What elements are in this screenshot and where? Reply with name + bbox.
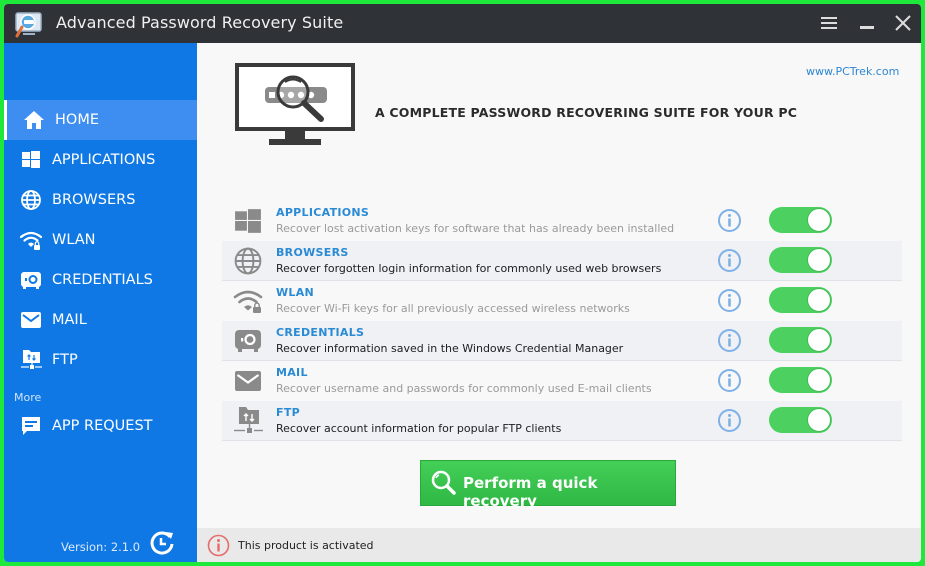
close-icon[interactable]: [892, 12, 914, 34]
feature-toggle[interactable]: [769, 247, 832, 273]
sidebar-item-browsers[interactable]: BROWSERS: [4, 180, 197, 220]
info-icon[interactable]: [717, 408, 742, 433]
home-icon: [24, 111, 44, 129]
version-label: Version: 2.1.0: [61, 540, 141, 554]
sidebar-item-label: WLAN: [52, 232, 96, 248]
info-icon[interactable]: [717, 248, 742, 273]
status-bar: This product is activated: [197, 528, 921, 562]
globe-icon: [233, 247, 263, 275]
info-icon[interactable]: [717, 288, 742, 313]
feature-name: WLAN: [276, 286, 315, 299]
toggle-knob: [807, 248, 831, 272]
more-section-label: More: [14, 391, 42, 404]
feature-toggle[interactable]: [769, 287, 832, 313]
toggle-knob: [807, 408, 831, 432]
sidebar-item-home[interactable]: HOME: [4, 100, 197, 140]
info-icon[interactable]: [717, 208, 742, 233]
window-title: Advanced Password Recovery Suite: [56, 13, 344, 32]
app-logo-icon: [15, 12, 42, 38]
feature-row-mail: MAIL Recover username and passwords for c…: [222, 361, 902, 401]
hamburger-icon[interactable]: [818, 12, 840, 34]
chat-icon: [22, 417, 40, 435]
feature-description: Recover username and passwords for commo…: [276, 382, 652, 395]
safe-icon: [21, 272, 41, 289]
sidebar-item-label: CREDENTIALS: [52, 272, 153, 288]
sidebar-item-wlan[interactable]: WLAN: [4, 220, 197, 260]
info-icon[interactable]: [717, 368, 742, 393]
sidebar-item-label: FTP: [52, 352, 78, 368]
toggle-knob: [807, 208, 831, 232]
toggle-knob: [807, 288, 831, 312]
update-clock-icon[interactable]: [148, 529, 176, 557]
feature-row-browsers: BROWSERS Recover forgotten login informat…: [222, 241, 902, 281]
title-bar: Advanced Password Recovery Suite: [4, 4, 921, 43]
feature-name: CREDENTIALS: [276, 326, 365, 339]
feature-toggle[interactable]: [769, 407, 832, 433]
sidebar-item-label: BROWSERS: [52, 192, 136, 208]
website-link[interactable]: www.PCTrek.com: [806, 65, 899, 78]
globe-icon: [21, 190, 41, 210]
windows-icon: [233, 208, 263, 234]
mail-icon: [233, 368, 263, 394]
wifi-lock-icon: [233, 288, 263, 314]
sidebar-item-label: APP REQUEST: [52, 418, 153, 434]
sidebar-item-mail[interactable]: MAIL: [4, 300, 197, 340]
minimize-icon[interactable]: [856, 12, 878, 34]
feature-name: BROWSERS: [276, 246, 349, 259]
search-icon: [431, 470, 456, 495]
toggle-knob: [807, 328, 831, 352]
hero-title: A COMPLETE PASSWORD RECOVERING SUITE FOR…: [375, 105, 798, 120]
sidebar-item-label: HOME: [55, 112, 99, 128]
sidebar-item-label: MAIL: [52, 312, 87, 328]
toggle-knob: [807, 368, 831, 392]
feature-name: APPLICATIONS: [276, 206, 370, 219]
feature-toggle[interactable]: [769, 207, 832, 233]
monitor-search-icon: [235, 63, 355, 145]
sidebar-item-applications[interactable]: APPLICATIONS: [4, 140, 197, 180]
feature-description: Recover forgotten login information for …: [276, 262, 662, 275]
app-window: Advanced Password Recovery Suite HOME AP…: [4, 4, 921, 562]
info-icon[interactable]: [717, 328, 742, 353]
sidebar: HOME APPLICATIONS BROWSERS WLAN CREDENTI…: [4, 43, 197, 562]
quick-recovery-button[interactable]: Perform a quick recovery: [420, 460, 676, 510]
sidebar-item-app-request[interactable]: APP REQUEST: [4, 406, 197, 446]
feature-description: Recover account information for popular …: [276, 422, 562, 435]
safe-icon: [233, 328, 263, 354]
mail-icon: [21, 312, 41, 328]
ftp-folder-icon: [233, 407, 263, 434]
wifi-lock-icon: [19, 231, 43, 250]
feature-toggle[interactable]: [769, 367, 832, 393]
windows-icon: [22, 151, 40, 168]
info-warning-icon: [207, 534, 230, 557]
feature-toggle[interactable]: [769, 327, 832, 353]
sidebar-item-label: APPLICATIONS: [52, 152, 156, 168]
activation-status-text: This product is activated: [238, 539, 374, 552]
sidebar-item-credentials[interactable]: CREDENTIALS: [4, 260, 197, 300]
feature-row-credentials: CREDENTIALS Recover information saved in …: [222, 321, 902, 361]
feature-description: Recover lost activation keys for softwar…: [276, 222, 675, 235]
feature-description: Recover Wi-Fi keys for all previously ac…: [276, 302, 630, 315]
main-panel: www.PCTrek.com A COMPLETE PASSWORD RECOV…: [197, 43, 921, 562]
quick-recovery-label: Perform a quick recovery: [463, 474, 598, 510]
ftp-folder-icon: [21, 350, 42, 369]
feature-row-wlan: WLAN Recover Wi-Fi keys for all previousl…: [222, 281, 902, 321]
feature-name: FTP: [276, 406, 300, 419]
feature-row-applications: APPLICATIONS Recover lost activation keys…: [222, 201, 902, 241]
feature-description: Recover information saved in the Windows…: [276, 342, 624, 355]
sidebar-item-ftp[interactable]: FTP: [4, 340, 197, 380]
feature-name: MAIL: [276, 366, 308, 379]
feature-row-ftp: FTP Recover account information for popul…: [222, 401, 902, 441]
